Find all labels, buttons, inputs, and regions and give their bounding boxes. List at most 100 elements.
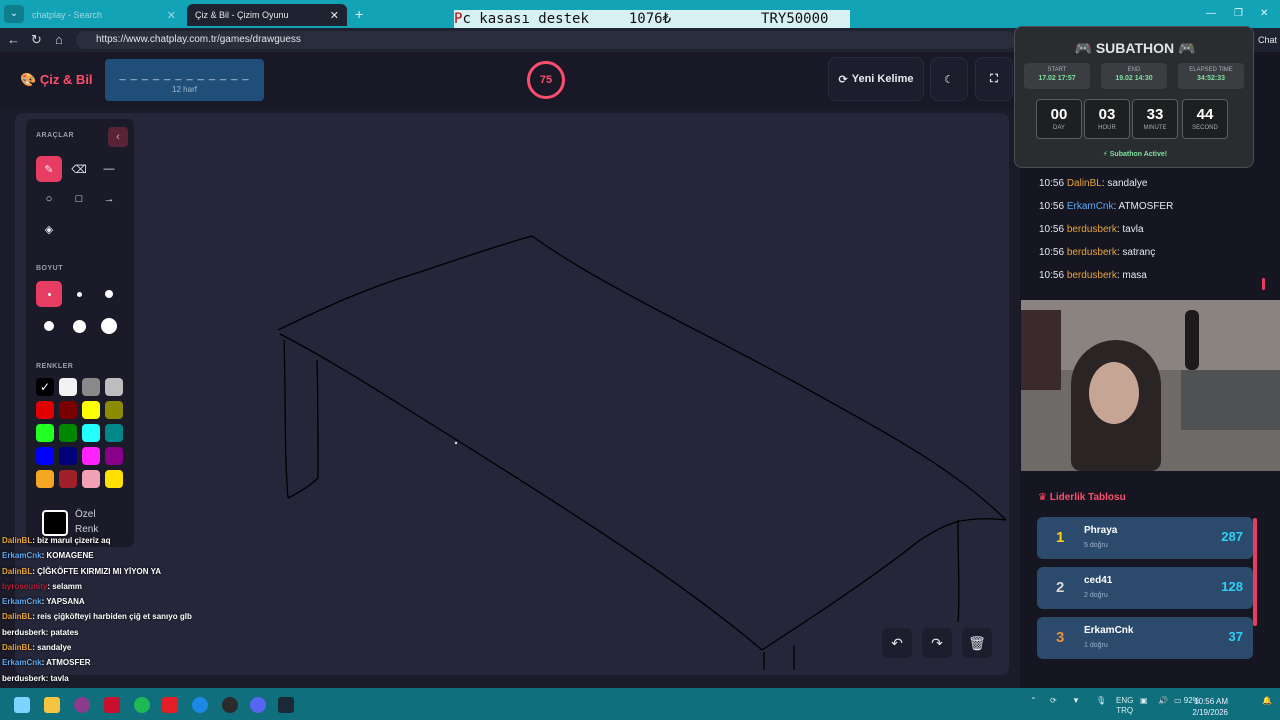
size-5-button[interactable] [66,313,92,339]
color-swatch[interactable] [105,424,123,442]
leaderboard-name: Phraya [1084,525,1118,536]
fill-tool-button[interactable]: ◈ [36,216,62,242]
leaderboard-correct-count: 2 doğru [1084,592,1108,599]
overlay-chat-line: ErkamCnk: KOMAGENE [2,551,94,561]
size-1-button[interactable] [36,281,62,307]
subathon-end: END 19.02 14:30 [1101,63,1167,89]
leaderboard-score: 37 [1228,629,1243,644]
paint-bucket-icon: ◈ [44,223,54,236]
color-swatch[interactable]: ✓ [36,378,54,396]
rectangle-tool-button[interactable]: □ [66,186,92,212]
system-clock[interactable]: 10:56 AM 2/19/2026 [1188,696,1228,718]
guess-feed-scrollbar[interactable] [1262,278,1265,290]
overlay-chat-line: DalinBL: reis çiğköfteyi harbiden çiğ et… [2,612,192,622]
notification-bell-icon[interactable]: 🔔 [1262,696,1272,705]
undo-button[interactable]: ↶ [882,628,912,658]
line-tool-button[interactable]: — [96,156,122,182]
opera-icon[interactable] [74,697,90,713]
color-swatch[interactable] [36,401,54,419]
maximize-icon[interactable]: ❐ [1234,8,1243,19]
color-swatch[interactable] [59,447,77,465]
size-3-button[interactable] [96,281,122,307]
arrow-tool-button[interactable]: → [96,186,122,212]
spotify-icon[interactable] [134,697,150,713]
rectangle-icon: □ [75,193,83,205]
guess-time: 10:56 [1039,178,1065,189]
color-swatch[interactable] [59,424,77,442]
leaderboard-row: 2 ced41 2 doğru 128 [1037,567,1253,609]
color-swatch[interactable] [105,447,123,465]
guess-row: 10:56 DalinBL: sandalye [1039,178,1147,189]
close-window-icon[interactable]: ✕ [1260,8,1268,19]
eraser-icon: ⌫ [71,163,87,176]
leaderboard-rank: 1 [1056,529,1065,546]
guess-time: 10:56 [1039,270,1065,281]
overlay-chat-line: ErkamCnk: YAPSANA [2,597,85,607]
mic-icon[interactable]: 🎙 [1096,696,1106,705]
countdown-number: 33 [1146,106,1164,123]
color-swatch[interactable] [82,447,100,465]
lang-bottom: TRQ [1116,706,1134,715]
steam-icon[interactable] [278,697,294,713]
circle-tool-button[interactable]: ○ [36,186,62,212]
collapse-panel-button[interactable]: ‹ [108,127,128,147]
size-6-button[interactable] [96,313,122,339]
leaderboard-title: ♛ Liderlik Tablosu [1038,492,1126,503]
color-swatch[interactable] [36,447,54,465]
youtube-icon[interactable] [162,697,178,713]
subathon-title: 🎮 SUBATHON 🎮 [1074,40,1196,56]
obs-icon[interactable] [222,697,238,713]
guess-row: 10:56 berdusberk: tavla [1039,224,1144,235]
clear-canvas-button[interactable]: 🗑 [962,628,992,658]
guess-row: 10:56 ErkamCnk: ATMOSFER [1039,201,1173,212]
red-app-icon[interactable] [104,697,120,713]
countdown-day: 00 DAY [1036,99,1082,139]
network-icon[interactable]: ▣ [1140,696,1148,705]
color-swatch[interactable] [82,470,100,488]
file-explorer-icon[interactable] [44,697,60,713]
color-swatch[interactable] [82,378,100,396]
language-indicator[interactable]: ENG TRQ [1116,696,1133,716]
webcam-guitar [1185,310,1199,370]
leaderboard-scrollbar[interactable] [1253,518,1257,626]
edge-icon[interactable] [192,697,208,713]
color-swatch[interactable] [105,470,123,488]
color-swatch[interactable] [36,424,54,442]
webcam-face [1089,362,1139,424]
wifi-icon[interactable]: ▼ [1072,696,1080,705]
overlay-chat-line: byroseunity: selamm [2,581,83,591]
guess-text: : satranç [1116,247,1156,258]
color-swatch[interactable] [105,401,123,419]
color-swatch[interactable] [105,378,123,396]
redo-button[interactable]: ↷ [922,628,952,658]
minimize-icon[interactable]: — [1206,8,1216,19]
leaderboard-row: 3 ErkamCnk 1 doğru 37 [1037,617,1253,659]
tray-chevron-icon[interactable]: ⌃ [1030,696,1037,705]
discord-icon[interactable] [250,697,266,713]
sync-icon[interactable]: ⟳ [1050,696,1057,705]
guess-text: : ATMOSFER [1113,201,1174,212]
subathon-title-text: SUBATHON [1095,40,1175,56]
color-swatch[interactable] [59,470,77,488]
color-swatch[interactable] [82,401,100,419]
color-swatch[interactable] [36,470,54,488]
arrow-icon: → [103,193,115,205]
guess-time: 10:56 [1039,247,1065,258]
size-2-button[interactable] [66,281,92,307]
color-swatch[interactable] [59,378,77,396]
volume-icon[interactable]: 🔊 [1158,696,1168,705]
leaderboard-name: ErkamCnk [1084,625,1134,636]
chat-message: YAPSANA [46,597,85,607]
windows-start-icon[interactable] [14,697,30,713]
custom-color-swatch[interactable] [42,510,68,536]
eraser-tool-button[interactable]: ⌫ [66,156,92,182]
pencil-tool-button[interactable]: ✎ [36,156,62,182]
color-swatch[interactable] [59,401,77,419]
guess-text: : masa [1116,270,1147,281]
countdown-unit: HOUR [1098,125,1116,131]
countdown-number: 03 [1098,106,1116,123]
chat-label[interactable]: Chat [1258,35,1277,45]
color-swatch[interactable] [82,424,100,442]
size-4-button[interactable] [36,313,62,339]
chat-message: patates [50,627,79,637]
